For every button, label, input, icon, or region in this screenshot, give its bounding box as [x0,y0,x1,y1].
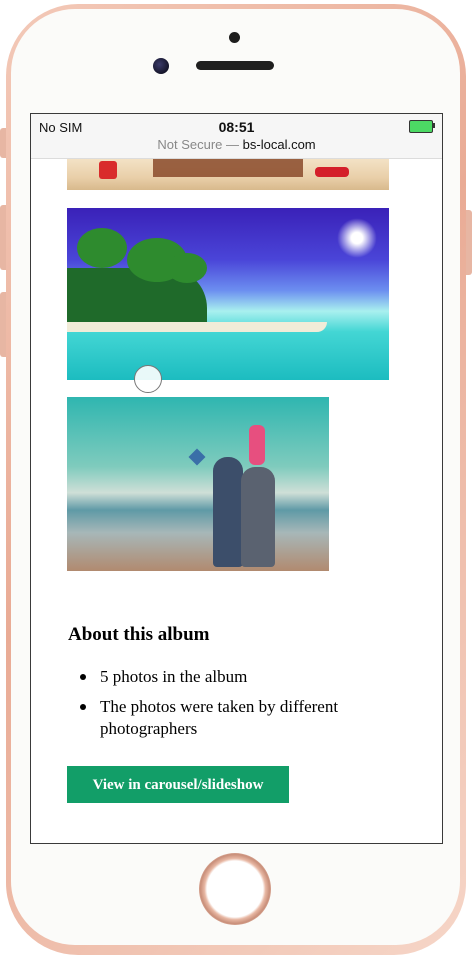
status-bar: No SIM 08:51 Not Secure — bs-local.com [31,114,442,159]
front-camera-icon [153,58,169,74]
address-bar[interactable]: Not Secure — bs-local.com [31,137,442,152]
sun-shape [337,218,377,258]
proximity-sensor [229,32,240,43]
mute-switch [0,128,6,158]
sand-shape [67,322,327,332]
family-beach-photo[interactable] [67,397,329,571]
person-shape [213,457,243,567]
list-item-text: The photos were taken by different photo… [100,697,339,738]
beach-chairs-photo[interactable] [67,159,389,190]
power-button [466,210,472,275]
list-item: 5 photos in the album [68,666,398,688]
volume-up-button [0,205,6,270]
touch-indicator [134,365,162,393]
about-title: About this album [68,624,210,645]
bullet-icon [80,704,86,710]
child-shape [249,425,265,465]
home-button[interactable] [199,853,271,925]
chair-shape [153,159,303,177]
list-item-text: 5 photos in the album [100,667,248,686]
domain-label: bs-local.com [242,137,316,152]
palm-shape [77,228,127,268]
page-content: About this album 5 photos in the album T… [31,159,442,843]
earpiece-speaker [196,61,274,70]
tropical-island-photo[interactable] [67,208,389,380]
battery-charging-icon [409,120,433,133]
palm-shape [167,253,207,283]
bullet-icon [80,674,86,680]
about-list: 5 photos in the album The photos were ta… [68,666,398,748]
battery-tip [433,123,435,128]
pinwheel-shape [188,448,206,466]
security-label: Not Secure — [157,137,240,152]
device-screen: No SIM 08:51 Not Secure — bs-local.com A… [30,113,443,844]
status-time: 08:51 [218,119,255,135]
list-item: The photos were taken by different photo… [68,696,398,740]
view-carousel-button[interactable]: View in carousel/slideshow [67,766,289,803]
toy-shape [315,167,349,177]
person-shape [241,467,275,567]
bucket-shape [99,161,117,179]
volume-down-button [0,292,6,357]
